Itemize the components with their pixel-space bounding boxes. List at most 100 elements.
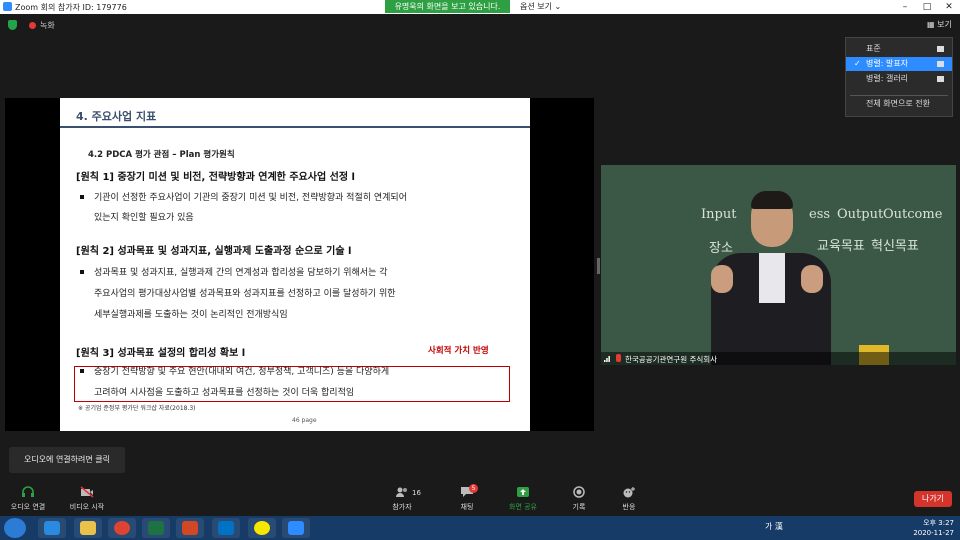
standard-view-icon <box>937 46 944 52</box>
leave-meeting-button[interactable]: 나가기 <box>914 491 952 507</box>
menu-item-label: 표준 <box>866 44 881 53</box>
chrome-icon <box>114 521 130 535</box>
bullet-text: 있는지 확인할 필요가 있음 <box>94 213 194 223</box>
taskbar-app-kakaotalk[interactable] <box>248 518 276 538</box>
chat-unread-badge: 5 <box>469 484 478 493</box>
presenter-left-hand <box>711 265 733 293</box>
meeting-info-bar <box>0 14 960 36</box>
menu-item-label: 병렬: 갤러리 <box>866 74 909 83</box>
bullet-text: 주요사업의 평가대상사업별 성과목표와 성과지표를 선정하고 이를 달성하기 위… <box>94 289 396 299</box>
folder-icon <box>80 521 96 535</box>
taskbar-app-ie[interactable] <box>38 518 66 538</box>
bullet-icon <box>80 270 84 274</box>
panel-splitter-handle[interactable] <box>597 258 600 274</box>
minimize-button[interactable]: – <box>894 0 916 14</box>
powerpoint-icon <box>182 521 198 535</box>
participants-count: 16 <box>412 489 421 497</box>
menu-item-fullscreen[interactable]: 전체 화면으로 전환 <box>846 97 952 111</box>
view-button[interactable]: ▦ 보기 <box>927 19 952 30</box>
smiley-plus-icon <box>623 487 635 498</box>
gallery-view-icon <box>937 76 944 82</box>
system-clock[interactable]: 오후 3:27 2020-11-27 <box>902 518 954 538</box>
outlook-icon <box>218 521 234 535</box>
chat-label: 채팅 <box>460 503 474 511</box>
reactions-button[interactable]: 반응 <box>599 486 659 512</box>
taskbar-app-outlook[interactable] <box>212 518 240 538</box>
chevron-down-icon: ⌄ <box>554 2 562 11</box>
view-dropdown-menu: 표준 ✓ 병렬: 발표자 병렬: 갤러리 전체 화면으로 전환 <box>845 37 953 117</box>
screen-share-banner: 유명욱의 화면을 보고 있습니다. <box>385 0 510 13</box>
participant-name: 한국공공기관연구원 주식회사 <box>625 355 718 364</box>
video-off-icon <box>80 486 94 498</box>
menu-item-side-by-side-gallery[interactable]: 병렬: 갤러리 <box>846 72 952 86</box>
bullet-text: 중장기 전략방향 및 주요 현안(대내외 여건, 정부정책, 고객니즈) 등을 … <box>94 367 390 377</box>
headphones-icon <box>22 486 34 497</box>
security-shield-icon[interactable] <box>8 20 17 30</box>
audio-button[interactable]: 오디오 연결 <box>0 486 58 512</box>
checkmark-icon: ✓ <box>854 59 861 68</box>
menu-divider <box>850 95 948 96</box>
speaker-view-icon <box>937 61 944 67</box>
signal-strength-icon <box>604 356 610 362</box>
taskbar-app-explorer[interactable] <box>74 518 102 538</box>
presenter-shirt <box>759 253 785 303</box>
presenter-right-hand <box>801 265 823 293</box>
chalk-text: Outcome <box>883 207 943 222</box>
slide-subheader: 4.2 PDCA 평가 관점 – Plan 평가원칙 <box>88 150 235 160</box>
internet-explorer-icon <box>44 521 60 535</box>
chalk-text: ess <box>809 207 831 222</box>
recording-label: 녹화 <box>40 21 55 30</box>
speaker-video[interactable]: Input ess Output Outcome 장소 교육목표 혁신목표 <box>601 165 956 365</box>
ime-indicator[interactable]: 가 漢 <box>765 521 783 532</box>
chalk-text: Output <box>837 207 884 222</box>
slide-source: ※ 공기업 준정부 평가단 워크샵 자료(2018.3) <box>78 405 196 412</box>
taskbar-app-chrome[interactable] <box>108 518 136 538</box>
reactions-label: 반응 <box>622 503 636 511</box>
chalk-text: 교육목표 <box>817 239 865 254</box>
clock-date: 2020-11-27 <box>913 529 954 537</box>
kakaotalk-icon <box>254 521 270 535</box>
view-button-label: 보기 <box>937 20 952 29</box>
chat-button[interactable]: 채팅 <box>437 486 497 512</box>
share-screen-button[interactable]: 화면 공유 <box>493 486 553 512</box>
chalk-text: 장소 <box>709 241 733 256</box>
menu-item-standard[interactable]: 표준 <box>846 42 952 56</box>
share-screen-label: 화면 공유 <box>509 503 537 511</box>
windows-taskbar: 가 漢 오후 3:27 2020-11-27 <box>0 516 960 540</box>
record-icon <box>573 486 585 498</box>
principle-3: [원칙 3] 성과목표 설정의 합리성 확보 l <box>76 348 246 359</box>
view-options-button[interactable]: 옵션 보기 ⌄ <box>520 1 561 12</box>
share-screen-icon <box>517 487 529 497</box>
connect-audio-prompt[interactable]: 오디오에 연결하려면 클릭 <box>9 447 125 473</box>
grid-icon: ▦ <box>927 20 935 29</box>
chalk-text: 혁신목표 <box>871 239 919 254</box>
slide-page-number: 46 page <box>292 417 317 424</box>
video-button[interactable]: 비디오 시작 <box>57 486 117 512</box>
close-window-button[interactable]: ✕ <box>938 0 960 14</box>
zoom-logo-icon <box>3 2 12 11</box>
clock-time: 오후 3:27 <box>923 519 954 527</box>
menu-item-label: 전체 화면으로 전환 <box>866 99 930 108</box>
record-dot-icon <box>29 22 36 29</box>
bullet-icon <box>80 195 84 199</box>
view-options-label: 옵션 보기 <box>520 2 552 11</box>
principle-2: [원칙 2] 성과목표 및 성과지표, 실행과제 도출과정 순으로 기술 l <box>76 246 352 257</box>
menu-item-label: 병렬: 발표자 <box>866 59 909 68</box>
window-title: Zoom 회의 참가자 ID: 179776 <box>15 3 127 12</box>
bullet-text: 고려하여 시사점을 도출하고 성과목표를 선정하는 것이 더욱 합리적임 <box>94 388 355 398</box>
shared-slide: 4. 주요사업 지표 4.2 PDCA 평가 관점 – Plan 평가원칙 [원… <box>60 98 530 431</box>
chalk-text: Input <box>701 207 737 222</box>
participants-label: 참가자 <box>392 503 412 511</box>
taskbar-app-zoom[interactable] <box>282 518 310 538</box>
video-name-tag: 한국공공기관연구원 주식회사 <box>601 352 956 365</box>
bullet-text: 기관이 선정한 주요사업이 기관의 중장기 미션 및 비전, 전략방향과 적절히… <box>94 193 407 203</box>
taskbar-app-powerpoint[interactable] <box>176 518 204 538</box>
menu-item-side-by-side-speaker[interactable]: ✓ 병렬: 발표자 <box>846 57 952 71</box>
taskbar-app-excel[interactable] <box>142 518 170 538</box>
start-button-icon[interactable] <box>4 518 26 538</box>
bullet-icon <box>80 369 84 373</box>
bullet-text: 성과목표 및 성과지표, 실행과제 간의 연계성과 합리성을 담보하기 위해서는… <box>94 268 388 278</box>
audio-button-label: 오디오 연결 <box>10 503 46 511</box>
maximize-button[interactable]: □ <box>916 0 938 14</box>
participants-button[interactable]: 참가자 <box>372 486 432 512</box>
